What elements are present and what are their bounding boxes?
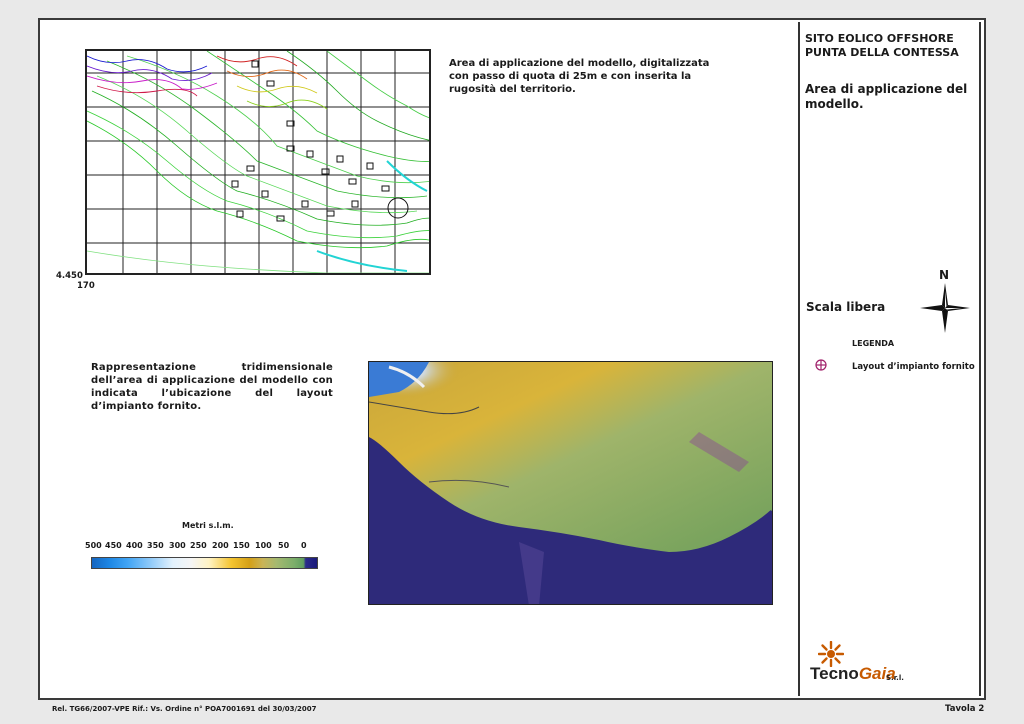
colorbar-tick: 400 (126, 541, 143, 550)
relief-map-caption: Rappresentazione tridimensionale dell’ar… (91, 362, 333, 412)
relief-map (368, 361, 773, 605)
legend-item-layout: Layout d’impianto fornito (852, 362, 975, 372)
colorbar-title: Metri s.l.m. (182, 521, 234, 530)
sheet-subtitle-line: modello. (805, 97, 864, 111)
sheet-subtitle: Area di applicazione del modello. (805, 82, 975, 112)
colorbar-tick: 500 (85, 541, 102, 550)
contour-map-graphic (87, 51, 429, 273)
logo-suffix: S.r.l. (886, 674, 904, 682)
turbine-layout-symbol-icon (815, 359, 827, 371)
project-title-line: SITO EOLICO OFFSHORE (805, 32, 954, 45)
scale-label: Scala libera (806, 300, 886, 314)
legend-title: LEGENDA (852, 339, 895, 348)
north-label: N (939, 268, 950, 282)
relief-map-graphic (369, 362, 772, 604)
elevation-colorbar (91, 557, 318, 569)
project-title-line: PUNTA DELLA CONTESSA (805, 46, 959, 59)
colorbar-tick: 250 (190, 541, 207, 550)
sheet-number: Tavola 2 (945, 704, 985, 714)
colorbar-tick: 300 (169, 541, 186, 550)
colorbar-tick: 200 (212, 541, 229, 550)
map-x-label: 170 (77, 281, 95, 291)
logo-text-a: Tecno (810, 664, 859, 683)
colorbar-tick: 450 (105, 541, 122, 550)
map-y-label: 4.450 (56, 271, 83, 281)
colorbar-tick: 150 (233, 541, 250, 550)
contour-map (85, 49, 431, 275)
north-arrow-icon (920, 283, 970, 333)
company-logo: TecnoGaia (810, 664, 896, 684)
colorbar-tick: 0 (301, 541, 307, 550)
sheet-subtitle-line: Area di applicazione del (805, 82, 968, 96)
contour-map-caption: Area di applicazione del modello, digita… (449, 58, 710, 95)
colorbar-tick: 50 (278, 541, 290, 550)
footer-reference: Rel. TG66/2007-VPE Rif.: Vs. Ordine n° P… (52, 705, 317, 713)
colorbar-tick: 350 (147, 541, 164, 550)
project-title: SITO EOLICO OFFSHORE PUNTA DELLA CONTESS… (805, 32, 975, 60)
colorbar-tick: 100 (255, 541, 272, 550)
